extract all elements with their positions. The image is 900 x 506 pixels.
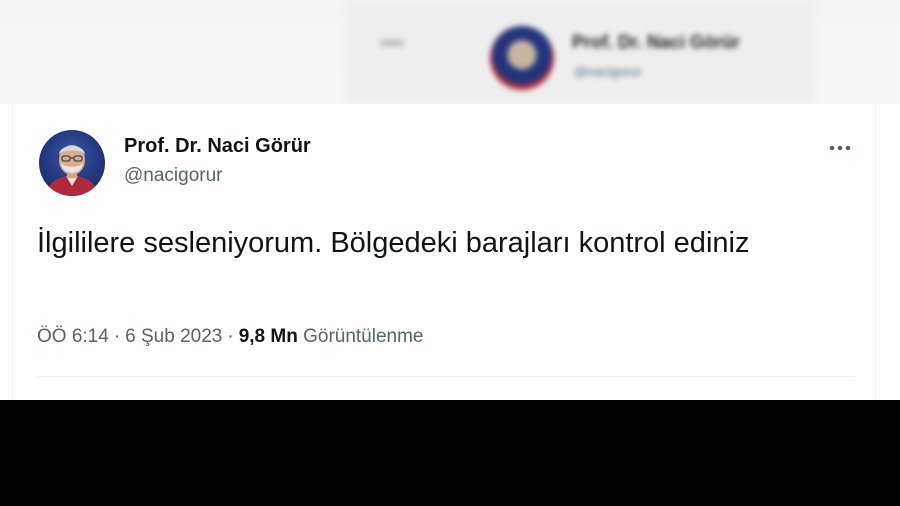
views-label: Görüntülenme xyxy=(303,326,424,347)
blurred-header: Prof. Dr. Naci Görür @nacigorur xyxy=(0,0,900,104)
meta-separator: · xyxy=(113,326,121,347)
tweet-card: Prof. Dr. Naci Görür @nacigorur İlgilile… xyxy=(12,104,876,400)
blurred-name: Prof. Dr. Naci Görür xyxy=(572,32,741,52)
author-handle[interactable]: @nacigorur xyxy=(124,165,223,187)
blurred-header-content: Prof. Dr. Naci Görür @nacigorur xyxy=(0,0,900,104)
letterbox-band xyxy=(0,400,900,506)
meta-separator: · xyxy=(227,326,234,347)
blurred-handle: @nacigorur xyxy=(574,64,642,79)
tweet-time: ÖÖ 6:14 xyxy=(37,326,109,347)
tweet-date: 6 Şub 2023 xyxy=(125,326,223,347)
tweet-time-link[interactable]: ÖÖ 6:14 · 6 Şub 2023 xyxy=(37,326,222,347)
more-options-button[interactable] xyxy=(825,136,855,160)
divider xyxy=(37,376,855,377)
page: Prof. Dr. Naci Görür @nacigorur Prof. Dr… xyxy=(0,0,900,506)
views-count: 9,8 Mn xyxy=(238,326,298,347)
author-display-name[interactable]: Prof. Dr. Naci Görür xyxy=(124,135,311,158)
blurred-avatar xyxy=(490,26,554,90)
tweet-text: İlgililere sesleniyorum. Bölgedeki baraj… xyxy=(37,227,750,259)
avatar-image xyxy=(39,130,105,196)
views-link[interactable]: 9,8 Mn Görüntülenme xyxy=(239,326,424,347)
author-avatar[interactable] xyxy=(39,130,105,196)
tweet-meta: ÖÖ 6:14 · 6 Şub 2023 · 9,8 Mn Görüntülenme xyxy=(37,326,424,348)
back-arrow-icon xyxy=(380,40,404,46)
more-horizontal-icon xyxy=(829,145,851,151)
